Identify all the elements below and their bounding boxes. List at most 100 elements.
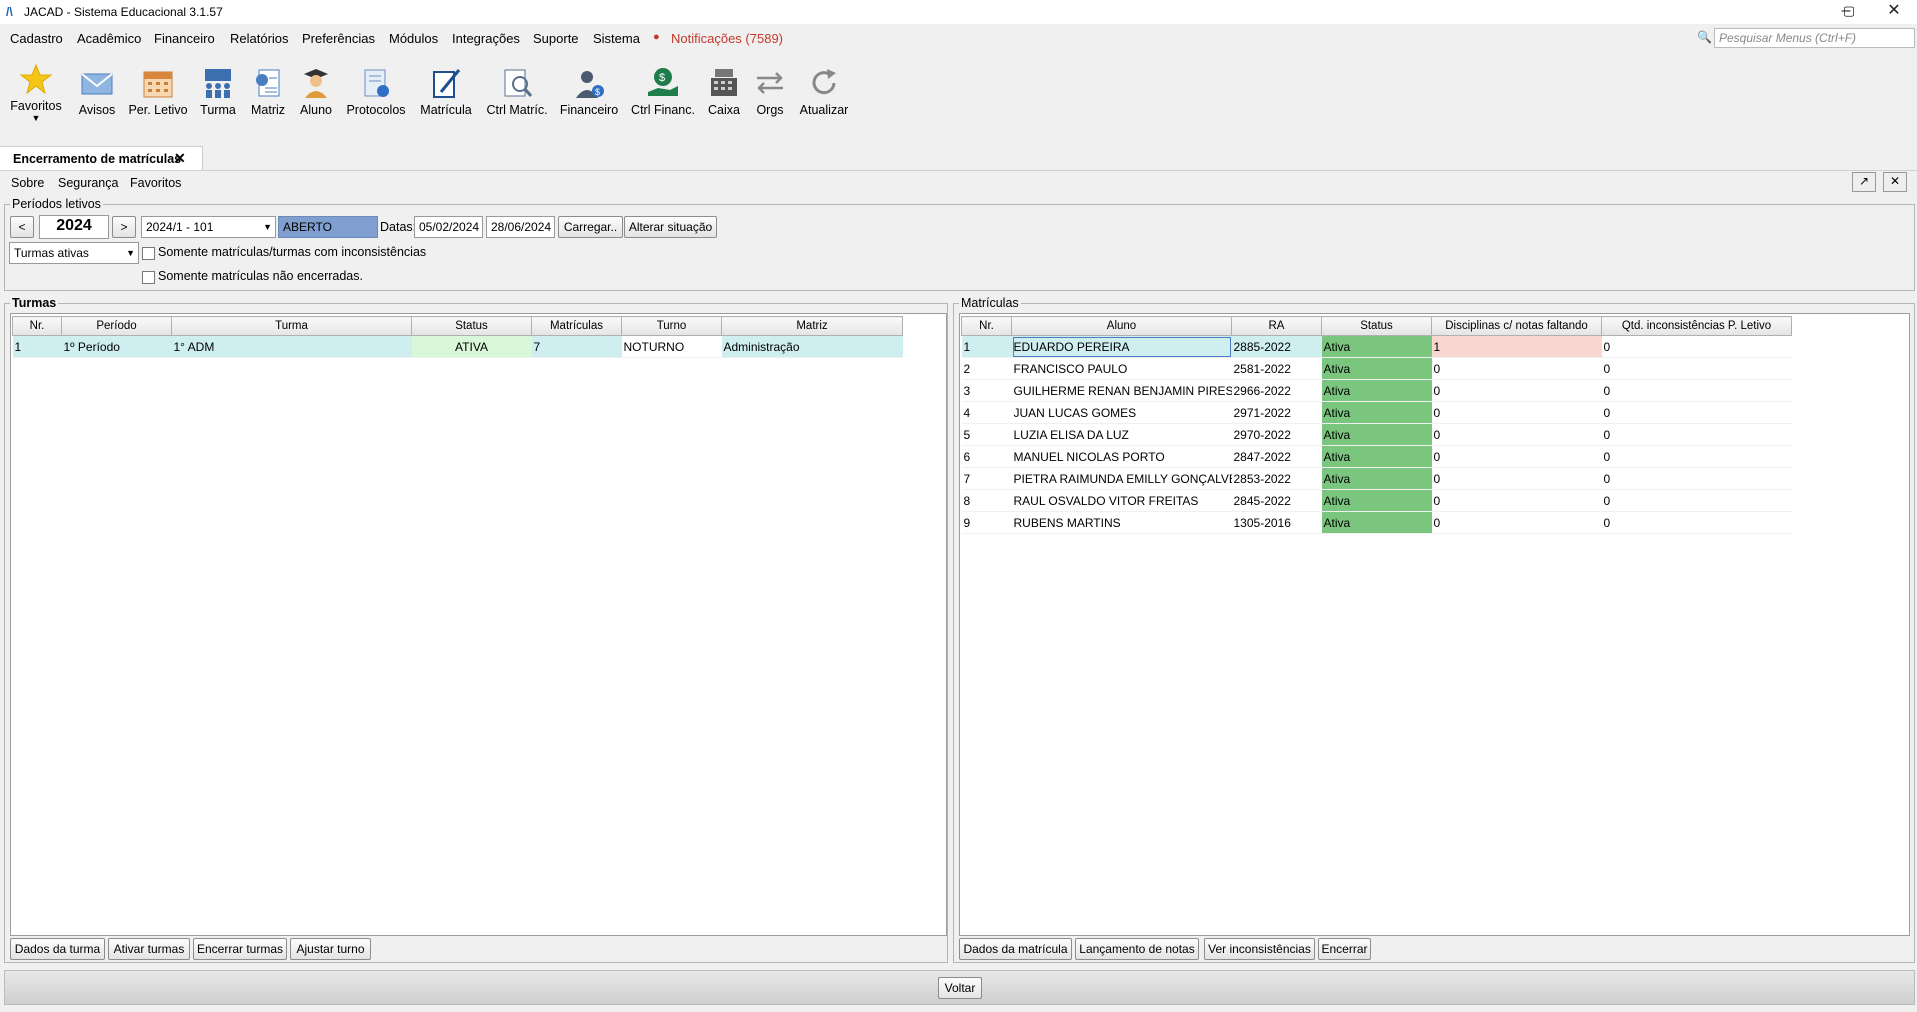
matriculas-column-header[interactable]: Status — [1321, 316, 1432, 336]
class-group-icon — [201, 66, 235, 100]
maximize-button[interactable]: ▢ — [1826, 0, 1872, 24]
matriculas-cell: 0 — [1431, 357, 1602, 380]
toolbar-matricula[interactable]: Matrícula — [418, 66, 474, 117]
protocol-icon — [359, 66, 393, 100]
toolbar-ctrl-matric[interactable]: Ctrl Matríc. — [484, 66, 550, 117]
turmas-cell: 1° ADM — [171, 335, 412, 358]
next-year-button[interactable]: > — [112, 216, 136, 238]
matriculas-column-header[interactable]: Qtd. inconsistências P. Letivo — [1601, 316, 1792, 336]
matriculas-cell: Ativa — [1321, 511, 1432, 534]
turmas-column-header[interactable]: Turma — [171, 316, 412, 336]
change-situation-button[interactable]: Alterar situação — [624, 216, 717, 238]
matriculas-cell: 0 — [1601, 489, 1792, 512]
toolbar-label: Ctrl Matríc. — [486, 103, 548, 117]
table-row[interactable]: 1 EDUARDO PEREIRA 2885-2022 Ativa 1 0 — [961, 335, 1792, 358]
table-row[interactable]: 6 MANUEL NICOLAS PORTO 2847-2022 Ativa 0 0 — [961, 445, 1792, 468]
table-row[interactable]: 7 PIETRA RAIMUNDA EMILLY GONÇALVES 2853-20… — [961, 467, 1792, 490]
turmas-column-header[interactable]: Matrículas — [531, 316, 622, 336]
toolbar-orgs[interactable]: Orgs — [750, 66, 790, 117]
toolbar-caixa[interactable]: Caixa — [703, 66, 745, 117]
menu-cadastro[interactable]: Cadastro — [10, 31, 63, 46]
lancamento-notas-button[interactable]: Lançamento de notas — [1075, 938, 1199, 960]
menu-modulos[interactable]: Módulos — [389, 31, 438, 46]
menu-sistema[interactable]: Sistema — [593, 31, 640, 46]
table-row[interactable]: 1 1º Período 1° ADM ATIVA 7 NOTURNO Administra… — [12, 335, 903, 358]
student-icon — [299, 66, 333, 100]
check-inconsistencias[interactable] — [142, 247, 155, 260]
bottom-bar: Voltar — [4, 970, 1915, 1005]
matriculas-cell: Ativa — [1321, 379, 1432, 402]
menu-suporte[interactable]: Suporte — [533, 31, 579, 46]
search-input[interactable]: Pesquisar Menus (Ctrl+F) — [1714, 28, 1915, 48]
voltar-button[interactable]: Voltar — [938, 977, 982, 999]
detach-icon[interactable]: ↗ — [1852, 172, 1876, 192]
toolbar-financeiro[interactable]: $ Financeiro — [559, 66, 619, 117]
encerrar-button[interactable]: Encerrar — [1318, 938, 1371, 960]
toolbar-atualizar[interactable]: Atualizar — [798, 66, 850, 117]
menu-integracoes[interactable]: Integrações — [452, 31, 520, 46]
turmas-column-header[interactable]: Status — [411, 316, 532, 336]
matriculas-cell: 9 — [961, 511, 1012, 534]
turmas-column-header[interactable]: Matriz — [721, 316, 903, 336]
matriculas-cell: 2970-2022 — [1231, 423, 1322, 446]
ajustar-turno-button[interactable]: Ajustar turno — [290, 938, 371, 960]
check-nao-encerradas[interactable] — [142, 271, 155, 284]
close-icon[interactable]: ✕ — [1871, 0, 1917, 24]
toolbar-protocolos[interactable]: Protocolos — [344, 66, 408, 117]
toolbar-avisos[interactable]: Avisos — [74, 66, 120, 117]
prev-year-button[interactable]: < — [10, 216, 34, 238]
envelope-icon — [80, 66, 114, 100]
ativar-turmas-button[interactable]: Ativar turmas — [108, 938, 190, 960]
arrows-icon — [753, 66, 787, 100]
dados-matricula-button[interactable]: Dados da matrícula — [959, 938, 1072, 960]
menu-relatorios[interactable]: Relatórios — [230, 31, 289, 46]
matriculas-cell: 0 — [1431, 423, 1602, 446]
encerrar-turmas-button[interactable]: Encerrar turmas — [193, 938, 287, 960]
ver-inconsistencias-button[interactable]: Ver inconsistências — [1204, 938, 1315, 960]
table-row[interactable]: 3 GUILHERME RENAN BENJAMIN PIRES 2966-2022… — [961, 379, 1792, 402]
tab-encerramento[interactable]: Encerramento de matrículas ✕ — [0, 146, 203, 171]
enrollment-icon — [429, 66, 463, 100]
toolbar-aluno[interactable]: Aluno — [295, 66, 337, 117]
turmas-column-header[interactable]: Período — [61, 316, 172, 336]
menu-financeiro[interactable]: Financeiro — [154, 31, 215, 46]
close-panel-icon[interactable]: ✕ — [1883, 172, 1907, 192]
table-row[interactable]: 4 JUAN LUCAS GOMES 2971-2022 Ativa 0 0 — [961, 401, 1792, 424]
table-row[interactable]: 2 FRANCISCO PAULO 2581-2022 Ativa 0 0 — [961, 357, 1792, 380]
matriculas-column-header[interactable]: RA — [1231, 316, 1322, 336]
load-button[interactable]: Carregar.. — [558, 216, 623, 238]
menu-academico[interactable]: Acadêmico — [77, 31, 141, 46]
notification-icon: ● — [653, 31, 660, 43]
toolbar-label: Avisos — [78, 103, 116, 117]
filter-select[interactable]: Turmas ativas ▼ — [9, 242, 139, 264]
dados-turma-button[interactable]: Dados da turma — [10, 938, 105, 960]
matriculas-column-header[interactable]: Disciplinas c/ notas faltando — [1431, 316, 1602, 336]
toolbar-ctrl-financ[interactable]: $ Ctrl Financ. — [628, 66, 698, 117]
check-nao-encerradas-label: Somente matrículas não encerradas. — [158, 269, 363, 283]
period-select-value: 2024/1 - 101 — [146, 220, 214, 234]
matriculas-cell: Ativa — [1321, 489, 1432, 512]
submenu-favoritos[interactable]: Favoritos — [130, 176, 181, 190]
period-select[interactable]: 2024/1 - 101 ▼ — [141, 216, 276, 238]
turmas-column-header[interactable]: Nr. — [12, 316, 62, 336]
matriculas-column-header[interactable]: Nr. — [961, 316, 1012, 336]
matriculas-column-header[interactable]: Aluno — [1011, 316, 1232, 336]
close-icon[interactable]: ✕ — [174, 150, 186, 167]
year-field[interactable]: 2024 — [39, 215, 109, 239]
turmas-column-header[interactable]: Turno — [621, 316, 722, 336]
date-start-field[interactable]: 05/02/2024 — [414, 216, 483, 238]
submenu-sobre[interactable]: Sobre — [11, 176, 44, 190]
date-end-field[interactable]: 28/06/2024 — [486, 216, 555, 238]
menu-notificacoes[interactable]: Notificações (7589) — [671, 31, 783, 46]
table-row[interactable]: 5 LUZIA ELISA DA LUZ 2970-2022 Ativa 0 0 — [961, 423, 1792, 446]
menu-preferencias[interactable]: Preferências — [302, 31, 375, 46]
toolbar-turma[interactable]: Turma — [196, 66, 240, 117]
table-row[interactable]: 9 RUBENS MARTINS 1305-2016 Ativa 0 0 — [961, 511, 1792, 534]
table-row[interactable]: 8 RAUL OSVALDO VITOR FREITAS 2845-2022 Ativ… — [961, 489, 1792, 512]
toolbar-matriz[interactable]: Matriz — [246, 66, 290, 117]
matriculas-cell: 1305-2016 — [1231, 511, 1322, 534]
submenu-seguranca[interactable]: Segurança — [58, 176, 118, 190]
toolbar-per-letivo[interactable]: Per. Letivo — [128, 66, 188, 117]
matriculas-cell: JUAN LUCAS GOMES — [1011, 401, 1232, 424]
toolbar-favoritos[interactable]: Favoritos ▼ — [8, 62, 64, 123]
